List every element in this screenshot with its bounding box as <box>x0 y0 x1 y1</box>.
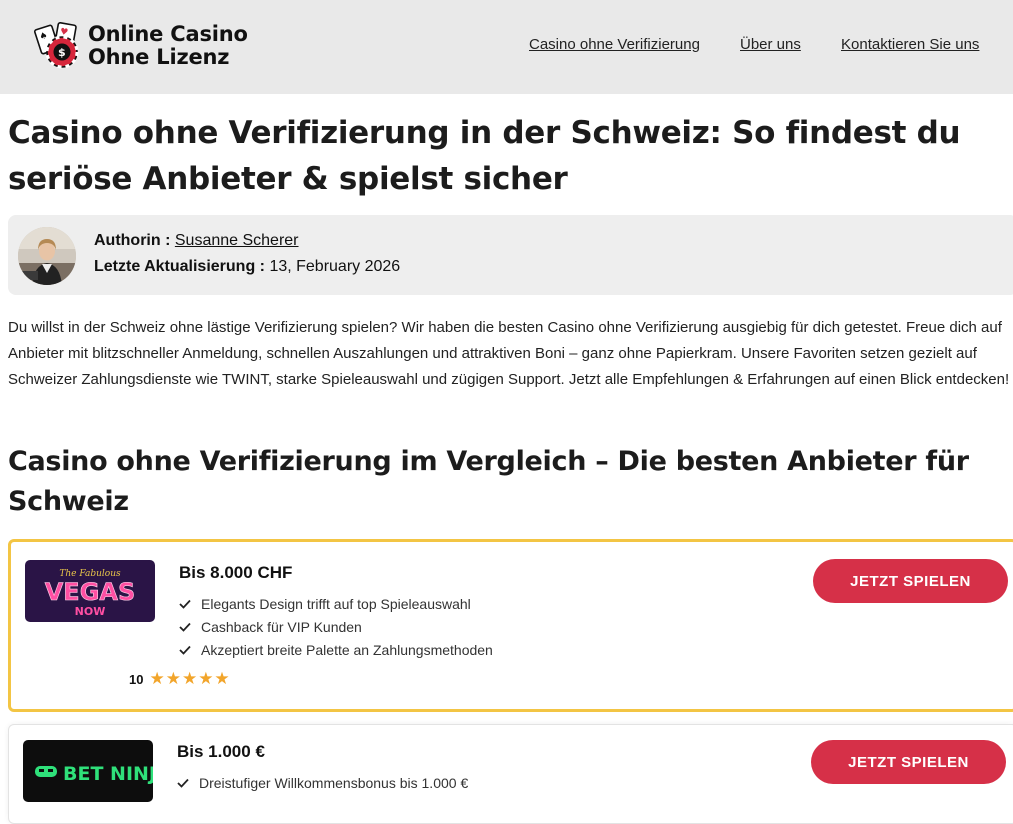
intro-paragraph: Du willst in der Schweiz ohne lästige Ve… <box>8 319 1010 388</box>
comparison-heading: Casino ohne Verifizierung im Vergleich –… <box>8 446 969 517</box>
logo-line-2: Ohne Lizenz <box>88 45 230 69</box>
play-now-button[interactable]: JETZT SPIELEN <box>811 740 1006 784</box>
vegas-now-logo[interactable]: The Fabulous VEGAS NOW <box>25 560 155 622</box>
author-box: Authorin : Susanne Scherer Letzte Aktual… <box>8 215 1013 295</box>
svg-text:$: $ <box>58 46 66 59</box>
feature-text: Dreistufiger Willkommensbonus bis 1.000 … <box>199 775 469 791</box>
casino-card-bet-ninja: BET NINJA Bis 1.000 € Dreistufiger Willk… <box>8 724 1013 824</box>
play-now-button[interactable]: JETZT SPIELEN <box>813 559 1008 603</box>
page-title: Casino ohne Verifizierung in der Schweiz… <box>8 115 961 197</box>
feature-text: Elegants Design trifft auf top Spieleaus… <box>201 596 471 612</box>
bet-ninja-logo[interactable]: BET NINJA <box>23 740 153 802</box>
bonus-amount: Bis 8.000 CHF <box>179 563 293 582</box>
playing-cards-chip-logo-icon: ♠ ♥ $ <box>33 21 79 69</box>
check-icon <box>179 622 191 632</box>
star-icon: ★★★★★ <box>149 669 231 688</box>
logo-line-1: Online Casino <box>88 22 248 46</box>
check-icon <box>177 778 189 788</box>
author-label: Authorin : <box>94 232 171 249</box>
author-name-link[interactable]: Susanne Scherer <box>175 232 299 249</box>
vegas-now-logo-sub: NOW <box>75 605 106 618</box>
feature-list: Elegants Design trifft auf top Spieleaus… <box>179 593 493 662</box>
vegas-now-logo-main: VEGAS <box>45 578 136 606</box>
author-photo <box>18 227 76 285</box>
feature-item: Akzeptiert breite Palette an Zahlungsmet… <box>179 639 493 662</box>
updated-label: Letzte Aktualisierung : <box>94 258 265 275</box>
bonus-amount: Bis 1.000 € <box>177 742 265 761</box>
casino-card-vegas-now: The Fabulous VEGAS NOW Bis 8.000 CHF Ele… <box>8 539 1013 712</box>
rating-score: 10 <box>129 671 144 687</box>
site-logo[interactable]: ♠ ♥ $ Online Casino Ohne Lizenz <box>32 20 248 72</box>
check-icon <box>179 645 191 655</box>
feature-text: Cashback für VIP Kunden <box>201 619 362 635</box>
author-line: Authorin : Susanne Scherer <box>94 232 299 250</box>
nav-link-casino-ohne-verifizierung[interactable]: Casino ohne Verifizierung <box>529 36 700 53</box>
site-header: ♠ ♥ $ Online Casino Ohne Lizenz Casino o… <box>0 0 1013 94</box>
author-avatar <box>18 227 76 285</box>
ninja-mask-icon <box>35 766 57 777</box>
feature-text: Akzeptiert breite Palette an Zahlungsmet… <box>201 642 493 658</box>
check-icon <box>179 599 191 609</box>
logo-wordmark: Online Casino Ohne Lizenz <box>88 23 248 69</box>
feature-item: Elegants Design trifft auf top Spieleaus… <box>179 593 493 616</box>
feature-item: Cashback für VIP Kunden <box>179 616 493 639</box>
updated-date: 13, February 2026 <box>269 258 401 275</box>
rating: 10 ★★★★★ <box>129 669 231 689</box>
nav-link-ueber-uns[interactable]: Über uns <box>740 36 801 53</box>
updated-line: Letzte Aktualisierung : 13, February 202… <box>94 258 400 276</box>
nav-link-kontakt[interactable]: Kontaktieren Sie uns <box>841 36 979 53</box>
bet-ninja-logo-text: BET NINJA <box>63 763 153 785</box>
